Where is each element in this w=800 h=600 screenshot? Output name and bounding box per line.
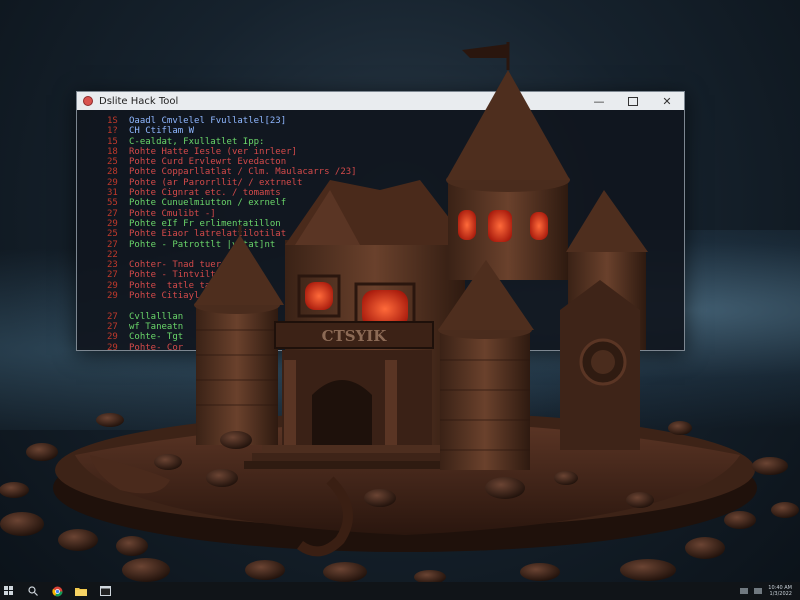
system-tray: 10:40 AM 1/3/2022 [740,582,792,600]
line-number: 28 [107,167,118,178]
chrome-taskbar-button[interactable] [48,582,66,600]
close-icon: ✕ [662,94,672,108]
code-text: Pohte (ar Parorrllit/ / extrnelt [129,177,303,188]
code-line: 31 Pohte Cignrat etc. / tomamts [107,188,357,198]
code-text: Cohte- Tgt [129,332,184,343]
code-line: 1S Oaadl Cmvlelel Fvullatlel[23] [107,116,357,126]
window-title: Dslite Hack Tool [99,95,179,107]
code-text: Pohte Cunuelmiutton / exrnelf [129,198,287,209]
code-line: 22 [107,250,357,260]
code-text: wf Taneatn [129,321,184,332]
code-text: Pohte - Tintvilt ov [129,270,232,281]
start-icon [4,586,13,595]
line-number: 25 [107,157,118,168]
code-line: 29 Pohte Citiayl [107,291,357,301]
code-text: Pohte eIf Fr erlimentatillon [129,218,281,229]
maximize-button[interactable] [616,92,650,110]
code-line: 29 Pohte tatle tal [107,281,357,291]
code-line: 29 Pohte (ar Parorrllit/ / extrnelt [107,178,357,188]
code-line: 15 C-ealdat, Fxullatlet Ipp: [107,137,357,147]
search-button[interactable] [24,582,42,600]
chrome-icon [51,586,62,596]
network-icon[interactable] [740,588,749,594]
taskbar: 10:40 AM 1/3/2022 [0,582,800,600]
code-line: 27 Pohte - Tintvilt ov [107,270,357,280]
code-editor[interactable]: 1S Oaadl Cmvlelel Fvullatlel[23] 1? CH Ctif… [107,116,357,353]
clock-date: 1/3/2022 [769,591,792,597]
file-explorer-taskbar-button[interactable] [72,582,90,600]
close-button[interactable]: ✕ [650,92,684,110]
code-line: 1? CH Ctiflam W [107,126,357,136]
code-text: Pohte Cmulibt -] [129,208,216,219]
app-window: Dslite Hack Tool — ✕ 1S Oaadl Cmvlelel Fv… [76,91,685,353]
line-number: 31 [107,188,118,199]
line-number: 29 [107,218,118,229]
code-line: 27 Pohte - Patrottlt |vytat]nt [107,240,357,250]
minimize-icon: — [593,94,605,108]
window-controls: — ✕ [582,92,684,110]
line-number: 27 [107,311,118,322]
line-number: 29 [107,291,118,302]
code-line: 25 Pohte Curd Ervlewrt Evedacton [107,157,357,167]
code-line: 29 Cohte- Tgt [107,332,357,342]
code-line: 27 wf Taneatn [107,322,357,332]
code-text: Pohte Curd Ervlewrt Evedacton [129,157,287,168]
line-number: 29 [107,177,118,188]
code-text: CH Ctiflam W [129,126,195,137]
code-line: 29 Pohte eIf Fr erlimentatillon [107,219,357,229]
app-icon [83,96,93,106]
line-number: 27 [107,321,118,332]
search-icon [28,586,38,596]
line-number: 18 [107,146,118,157]
line-number: 23 [107,260,118,271]
line-number: 29 [107,342,118,353]
code-text: Rohte Hatte Iesle (ver inrleer] [129,146,297,157]
code-line: 25 Pohte Eiaor latrelattilotilat [107,229,357,239]
start-button[interactable] [0,582,18,600]
window-titlebar[interactable]: Dslite Hack Tool — ✕ [77,92,684,110]
line-number: 27 [107,208,118,219]
code-text: Pohte Eiaor latrelattilotilat [129,229,287,240]
code-line: 27 Pohte Cmulibt -] [107,209,357,219]
clock[interactable]: 10:40 AM 1/3/2022 [768,585,792,597]
hack-tool-taskbar-button[interactable] [96,582,114,600]
code-text: Pohte Citiayl [129,291,200,302]
line-number: 15 [107,136,118,147]
code-text: Pohte Copparllatlat / Clm. Maulacarrs /2… [129,167,357,178]
code-line: 28 Pohte Copparllatlat / Clm. Maulacarrs … [107,167,357,177]
code-text: Cohter- Tnad tuer [129,260,222,271]
code-line: 23 Cohter- Tnad tuer [107,260,357,270]
volume-icon[interactable] [754,588,763,594]
code-line: 29 Pohte- Cor [107,343,357,353]
line-number: 29 [107,332,118,343]
code-text: Pohte tatle tal [129,280,216,291]
code-text: Pohte Cignrat etc. / tomamts [129,188,281,199]
file-explorer-icon [75,588,87,596]
code-text: Oaadl Cmvlelel Fvullatlel[23] [129,116,287,126]
desktop-background: Dslite Hack Tool — ✕ 1S Oaadl Cmvlelel Fv… [0,0,800,582]
line-number: 22 [107,249,118,260]
code-line: 27 Cvllalllan [107,312,357,322]
line-number: 25 [107,229,118,240]
code-text: Cvllalllan [129,311,184,322]
code-text: C-ealdat, Fxullatlet Ipp: [129,136,265,147]
maximize-icon [628,96,638,106]
code-line: 18 Rohte Hatte Iesle (ver inrleer] [107,147,357,157]
line-number: 1S [107,116,118,126]
app-icon [99,586,111,596]
line-number: 55 [107,198,118,209]
code-line: 55 Pohte Cunuelmiutton / exrnelf [107,198,357,208]
line-number: 29 [107,280,118,291]
minimize-button[interactable]: — [582,92,616,110]
code-line [107,301,357,311]
line-number [107,301,129,311]
line-number: 27 [107,239,118,250]
code-text: Pohte - Patrottlt |vytat]nt [129,239,276,250]
line-number: 1? [107,126,118,137]
line-number: 27 [107,270,118,281]
code-text: Pohte- Cor [129,342,184,353]
